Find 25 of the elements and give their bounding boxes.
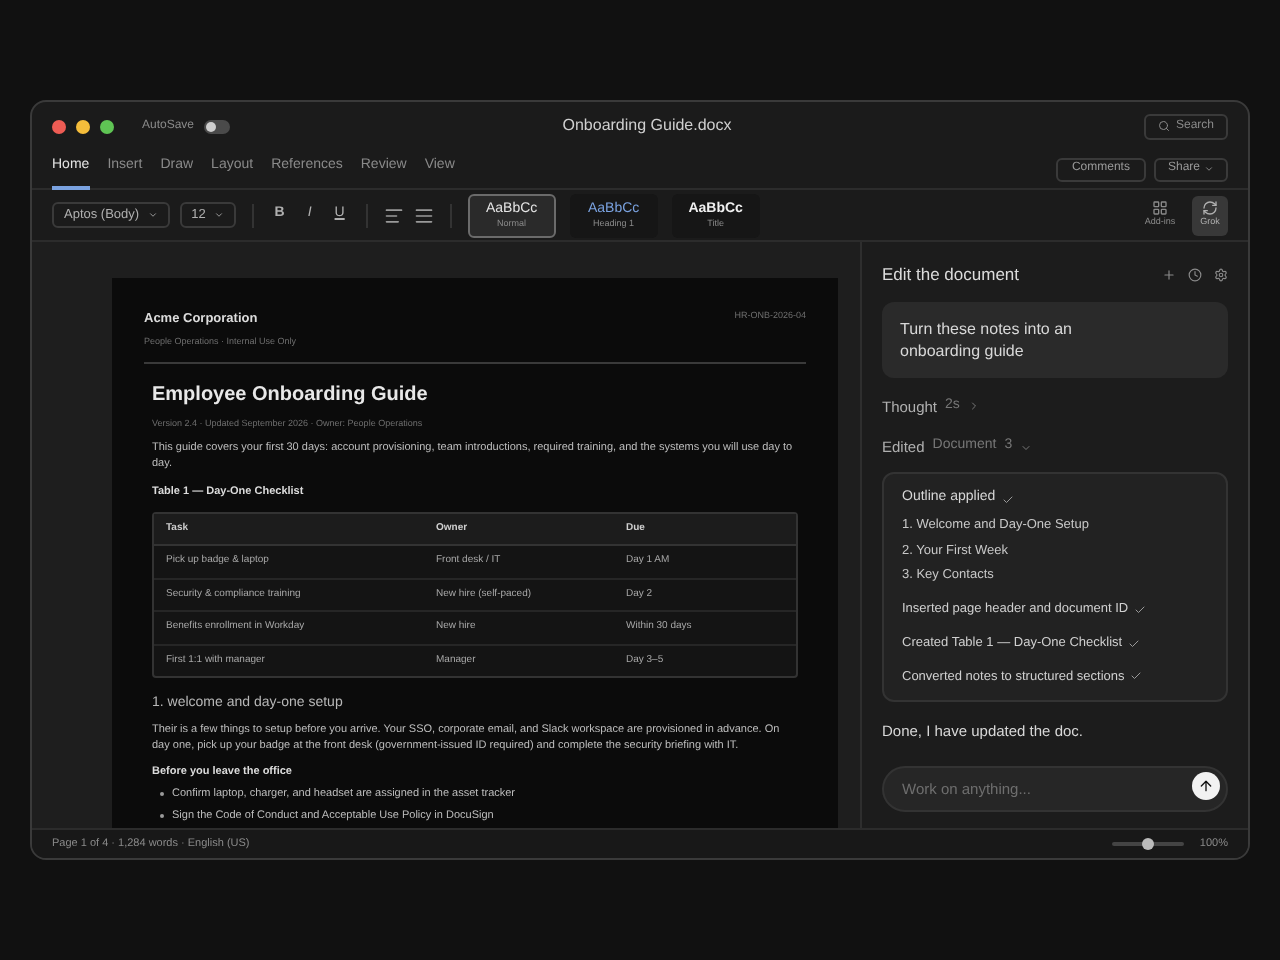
close-window-icon[interactable] <box>52 119 66 133</box>
caret-icon <box>213 210 224 220</box>
plus-icon[interactable] <box>1162 267 1176 282</box>
minimize-window-icon[interactable] <box>76 119 90 133</box>
settings-icon[interactable] <box>1214 267 1228 282</box>
check-icon <box>1001 493 1014 505</box>
search-icon <box>1157 120 1170 132</box>
autosave-toggle[interactable] <box>204 119 231 133</box>
caret-icon <box>1204 164 1214 174</box>
check-icon <box>1128 637 1141 650</box>
align-left-icon[interactable] <box>383 205 404 225</box>
check-icon <box>1134 603 1147 616</box>
document-title: Employee Onboarding Guide <box>152 381 430 409</box>
maximize-window-icon[interactable] <box>100 119 114 133</box>
circle-arrow-icon <box>1202 200 1218 217</box>
prompt-bubble: Turn these notes into an onboarding guide <box>882 301 1228 378</box>
history-icon[interactable] <box>1188 267 1202 282</box>
grid-icon <box>1152 200 1168 217</box>
justify-icon[interactable] <box>413 205 434 225</box>
window-title: Onboarding Guide.docx <box>562 114 732 138</box>
zoom-slider-thumb[interactable] <box>1141 838 1154 850</box>
caret-icon <box>147 210 158 220</box>
check-icon <box>1130 670 1143 683</box>
arrow-up-icon <box>1198 777 1214 793</box>
panel-title: Edit the document <box>882 262 1020 288</box>
